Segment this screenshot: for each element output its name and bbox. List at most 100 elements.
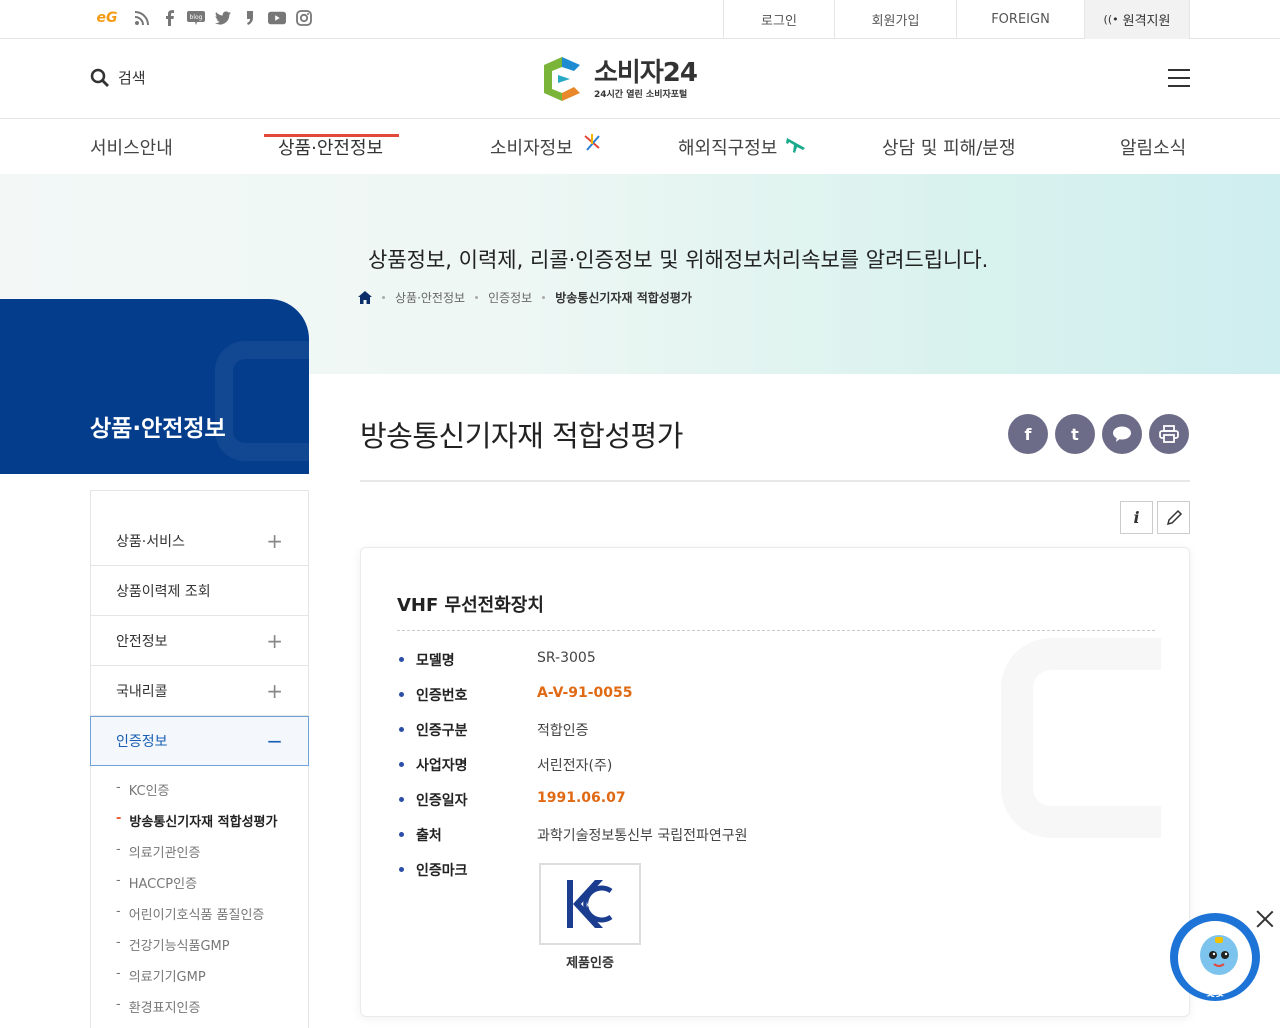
print-icon[interactable] [1149, 414, 1189, 454]
field-label: 인증마크 [416, 863, 468, 879]
side-menu-item[interactable]: 상품·서비스 + [91, 491, 308, 566]
submenu-item[interactable]: - KC인증 [116, 780, 283, 811]
side-menu-label: 상품·서비스 [116, 533, 185, 550]
submenu-item[interactable]: - HACCP인증 [116, 873, 283, 904]
edit-icon[interactable] [1157, 501, 1190, 534]
youtube-icon[interactable] [268, 9, 286, 27]
watermark-logo [215, 341, 309, 461]
main-navigation: 서비스안내 상품·안전정보 소비자정보 해외직구정보 상담 및 피해/분쟁 알림… [0, 120, 1280, 174]
detail-card: VHF 무선전화장치 모델명 SR-3005 인증번호 A-V-91-0055 인증… [360, 547, 1190, 1017]
instagram-icon[interactable] [295, 9, 313, 27]
side-menu-item-active[interactable]: 인증정보 − [90, 716, 309, 766]
nav-label: 소비자정보 [490, 138, 573, 159]
field-label: 모델명 [416, 653, 455, 669]
detail-row: 인증일자 1991.06.07 [399, 790, 748, 825]
breadcrumb-current: 방송통신기자재 적합성평가 [555, 291, 692, 305]
nav-item-product-safety[interactable]: 상품·안전정보 [278, 134, 383, 160]
dash-bullet: - [116, 873, 121, 888]
side-menu-item[interactable]: 안전정보 + [91, 616, 308, 666]
breadcrumb-item[interactable]: 인증정보 [488, 289, 532, 306]
kc-certification-icon: KC [567, 880, 613, 928]
info-icon[interactable]: i [1120, 501, 1153, 534]
detail-row: 사업자명 서린전자(주) [399, 755, 748, 790]
nav-item-notice[interactable]: 알림소식 [1120, 134, 1186, 160]
kc-mark-label: 제품인증 [566, 956, 614, 971]
site-header: 검색 소비자24 24시간 열린 소비자포털 [0, 39, 1280, 119]
submenu-item[interactable]: - 어린이기호식품 품질인증 [116, 904, 283, 935]
detail-row: 모델명 SR-3005 [399, 650, 748, 685]
collapse-minus-icon: − [266, 729, 283, 753]
facebook-icon[interactable] [160, 9, 178, 27]
logo-mark-icon [540, 55, 586, 103]
svg-text:KC: KC [586, 902, 594, 909]
side-submenu: - KC인증 - 방송통신기자재 적합성평가 - 의료기관인증 - HACCP인증 -어… [91, 766, 308, 1028]
nav-label: 해외직구정보 [678, 138, 778, 159]
kc-mark-image: KC [539, 863, 641, 945]
nav-item-service-guide[interactable]: 서비스안내 [90, 134, 173, 160]
field-label: 출처 [416, 828, 442, 844]
submenu-label: 환경표지인증 [128, 1001, 201, 1016]
submenu-item-active[interactable]: - 방송통신기자재 적합성평가 [116, 811, 283, 842]
signup-link[interactable]: 회원가입 [834, 0, 956, 39]
title-divider [360, 480, 1190, 482]
product-name: VHF 무선전화장치 [397, 595, 544, 616]
submenu-item[interactable]: - 건강기능식품GMP [116, 935, 283, 966]
dash-bullet: - [116, 997, 121, 1012]
sparkle-icon [583, 134, 600, 151]
bullet [399, 867, 404, 872]
bullet [399, 692, 404, 697]
breadcrumb-item[interactable]: 상품·안전정보 [395, 289, 465, 306]
submenu-label: 의료기관인증 [128, 846, 201, 861]
twitter-share-icon[interactable]: t [1055, 414, 1095, 454]
side-menu: 상품·서비스 + 상품이력제 조회 안전정보 + 국내리콜 + 인증정보 − -… [90, 490, 309, 1028]
side-menu-label: 상품이력제 조회 [116, 583, 211, 600]
nav-item-consultation[interactable]: 상담 및 피해/분쟁 [882, 134, 1015, 160]
submenu-item[interactable]: - 환경표지인증 [116, 997, 283, 1028]
submenu-label: 방송통신기자재 적합성평가 [129, 815, 278, 830]
nav-item-overseas-purchase[interactable]: 해외직구정보 [678, 134, 807, 160]
menu-hamburger-icon[interactable] [1168, 69, 1190, 87]
bullet [399, 832, 404, 837]
foreign-link[interactable]: FOREIGN [956, 0, 1084, 39]
bullet [399, 657, 404, 662]
search-icon [90, 68, 109, 87]
facebook-share-icon[interactable]: f [1008, 414, 1048, 454]
breadcrumb-separator [475, 296, 479, 299]
blog-icon[interactable]: blog [187, 9, 205, 27]
nav-item-consumer-info[interactable]: 소비자정보 [490, 134, 603, 160]
detail-row: 인증번호 A-V-91-0055 [399, 685, 748, 720]
airplane-icon [786, 138, 806, 153]
breadcrumb-separator [542, 296, 546, 299]
section-title-box: 상품·안전정보 [0, 299, 309, 474]
login-link[interactable]: 로그인 [723, 0, 834, 39]
chatbot-button[interactable]: 챗봇 [1170, 913, 1260, 1001]
side-menu-item[interactable]: 상품이력제 조회 [91, 566, 308, 616]
site-logo[interactable]: 소비자24 24시간 열린 소비자포털 [540, 55, 698, 103]
twitter-icon[interactable] [214, 9, 232, 27]
submenu-label: KC인증 [128, 784, 170, 799]
field-value: A-V-91-0055 [537, 685, 633, 701]
post-icon[interactable] [241, 9, 259, 27]
remote-support-label: 원격지원 [1122, 14, 1171, 29]
breadcrumb-separator [382, 296, 385, 299]
eg-icon[interactable]: eG [90, 9, 124, 27]
submenu-item[interactable]: - 의료기기GMP [116, 966, 283, 997]
nav-active-underline [264, 134, 399, 137]
search-button[interactable]: 검색 [90, 67, 146, 88]
chatbot-close-icon[interactable] [1254, 908, 1276, 930]
detail-list: 모델명 SR-3005 인증번호 A-V-91-0055 인증구분 적합인증 사업자명… [399, 650, 748, 895]
side-menu-label: 국내리콜 [116, 683, 168, 700]
breadcrumb: 상품·안전정보 인증정보 방송통신기자재 적합성평가 [358, 289, 692, 306]
bullet [399, 762, 404, 767]
search-label: 검색 [118, 69, 146, 87]
side-menu-item[interactable]: 국내리콜 + [91, 666, 308, 716]
kakaotalk-share-icon[interactable] [1102, 414, 1142, 454]
svg-text:blog: blog [190, 14, 203, 21]
field-label: 인증일자 [416, 793, 468, 809]
content-tools: i [1120, 501, 1190, 534]
submenu-item[interactable]: - 의료기관인증 [116, 842, 283, 873]
field-label: 사업자명 [416, 758, 468, 774]
home-icon[interactable] [358, 291, 372, 304]
rss-icon[interactable] [133, 9, 151, 27]
remote-support-link[interactable]: ((• 원격지원 [1084, 0, 1190, 39]
